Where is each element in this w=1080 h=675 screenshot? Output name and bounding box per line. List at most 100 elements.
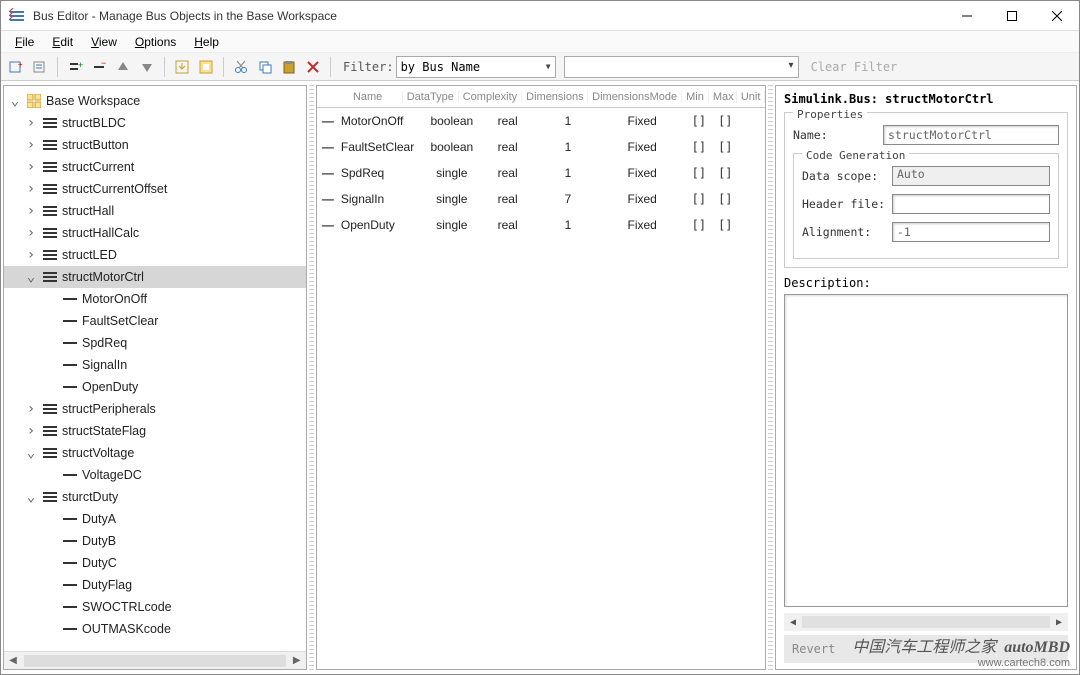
props-legend: Properties	[793, 108, 867, 121]
import-icon[interactable]	[171, 56, 193, 78]
splitter-right[interactable]	[768, 85, 773, 670]
name-input[interactable]	[883, 125, 1059, 145]
expand-icon[interactable]: ›	[24, 159, 38, 175]
tree-item-FaultSetClear[interactable]: FaultSetClear	[4, 310, 306, 332]
cut-icon[interactable]	[230, 56, 252, 78]
maximize-button[interactable]	[989, 1, 1034, 31]
col-name[interactable]: Name	[333, 91, 402, 103]
new-bus-icon[interactable]: +	[5, 56, 27, 78]
workspace-tree[interactable]: ⌄ Base Workspace › structBLDC › structBu…	[4, 86, 306, 651]
table-row[interactable]: — MotorOnOff boolean real 1 Fixed [] []	[317, 108, 765, 134]
table-row[interactable]: — FaultSetClear boolean real 1 Fixed [] …	[317, 134, 765, 160]
move-down-icon[interactable]	[136, 56, 158, 78]
new-element-icon[interactable]	[29, 56, 51, 78]
tree-item-structLED[interactable]: › structLED	[4, 244, 306, 266]
paste-icon[interactable]	[278, 56, 300, 78]
tree-item-structCurrent[interactable]: › structCurrent	[4, 156, 306, 178]
menu-view[interactable]: View	[83, 33, 125, 51]
expand-icon[interactable]: ›	[24, 115, 38, 131]
copy-icon[interactable]	[254, 56, 276, 78]
header-input[interactable]	[892, 194, 1050, 214]
expand-icon[interactable]: ›	[24, 225, 38, 241]
close-button[interactable]	[1034, 1, 1079, 31]
col-dimmode[interactable]: DimensionsMode	[588, 91, 682, 103]
table-row[interactable]: — OpenDuty single real 1 Fixed [] []	[317, 212, 765, 238]
move-up-icon[interactable]	[112, 56, 134, 78]
tree-item-MotorOnOff[interactable]: MotorOnOff	[4, 288, 306, 310]
tree-item-DutyB[interactable]: DutyB	[4, 530, 306, 552]
collapse-icon[interactable]: ⌄	[8, 93, 22, 109]
svg-text:+: +	[78, 60, 83, 70]
tree-item-structStateFlag[interactable]: › structStateFlag	[4, 420, 306, 442]
elements-panel: Name DataType Complexity Dimensions Dime…	[316, 85, 766, 670]
table-row[interactable]: — SpdReq single real 1 Fixed [] []	[317, 160, 765, 186]
expand-icon[interactable]: ›	[24, 137, 38, 153]
tree-item-DutyFlag[interactable]: DutyFlag	[4, 574, 306, 596]
delete-icon[interactable]	[302, 56, 324, 78]
col-max[interactable]: Max	[709, 91, 737, 103]
bus-icon	[42, 203, 58, 219]
elements-table: Name DataType Complexity Dimensions Dime…	[317, 86, 765, 669]
tree-item-structButton[interactable]: › structButton	[4, 134, 306, 156]
signal-icon	[62, 533, 78, 549]
clear-filter-button[interactable]: Clear Filter	[811, 60, 898, 74]
expand-icon[interactable]: ›	[24, 423, 38, 439]
expand-icon[interactable]: ›	[24, 181, 38, 197]
align-input[interactable]	[892, 222, 1050, 242]
menu-file[interactable]: File	[7, 33, 42, 51]
table-row[interactable]: — SignalIn single real 7 Fixed [] []	[317, 186, 765, 212]
col-unit[interactable]: Unit	[737, 91, 765, 103]
svg-text:+: +	[18, 60, 23, 69]
props-title: Simulink.Bus: structMotorCtrl	[784, 92, 1068, 106]
tree-item-sturctDuty[interactable]: ⌄ sturctDuty	[4, 486, 306, 508]
col-dimensions[interactable]: Dimensions	[522, 91, 588, 103]
tree-root[interactable]: ⌄ Base Workspace	[4, 90, 306, 112]
tree-hscroll[interactable]: ◀▶	[4, 651, 306, 669]
signal-icon	[62, 357, 78, 373]
tree-item-structBLDC[interactable]: › structBLDC	[4, 112, 306, 134]
col-min[interactable]: Min	[682, 91, 709, 103]
props-hscroll[interactable]: ◀▶	[784, 613, 1068, 631]
menu-bar: File Edit View Options Help	[1, 31, 1079, 53]
tree-item-structHall[interactable]: › structHall	[4, 200, 306, 222]
app-icon	[9, 8, 25, 24]
remove-item-icon[interactable]: −	[88, 56, 110, 78]
tree-item-structMotorCtrl[interactable]: ⌄ structMotorCtrl	[4, 266, 306, 288]
col-complexity[interactable]: Complexity	[459, 91, 522, 103]
export-icon[interactable]	[195, 56, 217, 78]
filter-mode-select[interactable]: by Bus Name	[396, 56, 556, 78]
expand-icon[interactable]: ⌄	[24, 489, 38, 505]
expand-icon[interactable]: ›	[24, 247, 38, 263]
tree-item-OUTMASKcode[interactable]: OUTMASKcode	[4, 618, 306, 640]
tree-item-structHallCalc[interactable]: › structHallCalc	[4, 222, 306, 244]
scope-select[interactable]: Auto	[892, 166, 1050, 186]
signal-icon	[62, 379, 78, 395]
tree-item-VoltageDC[interactable]: VoltageDC	[4, 464, 306, 486]
tree-item-DutyC[interactable]: DutyC	[4, 552, 306, 574]
expand-icon[interactable]: ⌄	[24, 445, 38, 461]
tree-item-SpdReq[interactable]: SpdReq	[4, 332, 306, 354]
filter-input[interactable]	[564, 56, 799, 78]
tree-item-DutyA[interactable]: DutyA	[4, 508, 306, 530]
menu-help[interactable]: Help	[186, 33, 227, 51]
add-item-icon[interactable]: +	[64, 56, 86, 78]
splitter-left[interactable]	[309, 85, 314, 670]
revert-button[interactable]: Revert	[792, 642, 835, 656]
tree-item-structVoltage[interactable]: ⌄ structVoltage	[4, 442, 306, 464]
tree-item-SignalIn[interactable]: SignalIn	[4, 354, 306, 376]
menu-edit[interactable]: Edit	[44, 33, 81, 51]
expand-icon[interactable]: ›	[24, 203, 38, 219]
tree-item-structPeripherals[interactable]: › structPeripherals	[4, 398, 306, 420]
props-fieldset: Properties Name: Code Generation Data sc…	[784, 112, 1068, 268]
tree-item-structCurrentOffset[interactable]: › structCurrentOffset	[4, 178, 306, 200]
description-textarea[interactable]	[784, 294, 1068, 607]
expand-icon[interactable]: ›	[24, 401, 38, 417]
tree-item-OpenDuty[interactable]: OpenDuty	[4, 376, 306, 398]
menu-options[interactable]: Options	[127, 33, 184, 51]
expand-icon[interactable]: ⌄	[24, 269, 38, 285]
tree-item-SWOCTRLcode[interactable]: SWOCTRLcode	[4, 596, 306, 618]
signal-icon	[62, 467, 78, 483]
col-datatype[interactable]: DataType	[403, 91, 459, 103]
workspace-icon	[26, 93, 42, 109]
minimize-button[interactable]	[944, 1, 989, 31]
